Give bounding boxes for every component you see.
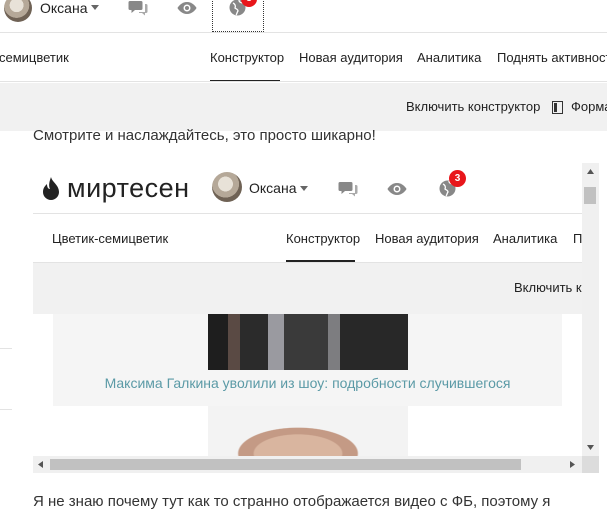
mirtesen-logo-icon (43, 177, 59, 200)
enable-constructor-button[interactable]: Включить конструктор (406, 99, 540, 114)
top-bar: Оксана 3 (0, 0, 607, 32)
constructor-toolbar: Включить конструктор Формат (0, 83, 607, 131)
scrollbar-thumb[interactable] (50, 459, 521, 470)
tab-constructor[interactable]: Конструктор (286, 231, 360, 246)
chat-icon[interactable] (128, 0, 148, 16)
divider (0, 32, 607, 33)
scroll-left-icon[interactable] (38, 461, 43, 468)
tab-raise-activity[interactable]: Поднять активность (497, 50, 607, 65)
divider (0, 409, 12, 410)
format-button[interactable]: Формат (571, 99, 607, 114)
eye-icon[interactable] (177, 1, 197, 15)
community-name[interactable]: семицветик (0, 50, 69, 65)
article-image (208, 406, 408, 456)
article-card[interactable]: Максима Галкина уволили из шоу: подробно… (53, 314, 562, 406)
tab-analytics[interactable]: Аналитика (493, 231, 557, 246)
eye-icon[interactable] (387, 182, 407, 196)
chat-icon[interactable] (338, 181, 358, 197)
tab-new-audience[interactable]: Новая аудитория (299, 50, 403, 65)
article-image (208, 314, 408, 370)
site-logo[interactable]: миртесен (67, 173, 190, 204)
scroll-down-icon[interactable] (587, 445, 594, 450)
divider (0, 81, 607, 82)
article-title-link[interactable]: Максима Галкина уволили из шоу: подробно… (53, 375, 562, 391)
constructor-toolbar: Включить ко (33, 263, 589, 314)
embedded-preview-frame[interactable]: миртесен Оксана 3 Цветик-семицветик Конс… (33, 163, 599, 473)
avatar[interactable] (4, 0, 32, 22)
chevron-down-icon[interactable] (300, 186, 308, 191)
post-text-line: Я не знаю почему тут как то странно отоб… (33, 493, 551, 510)
format-icon (552, 101, 563, 114)
tab-constructor[interactable]: Конструктор (210, 50, 284, 65)
scroll-right-icon[interactable] (570, 461, 575, 468)
scrollbar-thumb[interactable] (584, 187, 596, 204)
notification-badge: 3 (449, 170, 466, 187)
scroll-up-icon[interactable] (587, 169, 594, 174)
divider (0, 348, 12, 349)
tab-more[interactable]: П (573, 231, 582, 246)
horizontal-scrollbar[interactable] (33, 456, 582, 473)
enable-constructor-button[interactable]: Включить ко (514, 280, 589, 295)
username[interactable]: Оксана (40, 0, 87, 16)
community-name[interactable]: Цветик-семицветик (52, 231, 168, 246)
scrollbar-corner (582, 456, 599, 473)
tab-new-audience[interactable]: Новая аудитория (375, 231, 479, 246)
vertical-scrollbar[interactable] (582, 163, 599, 456)
post-text-line: Смотрите и наслаждайтесь, это просто шик… (33, 127, 376, 144)
divider (33, 213, 582, 214)
username[interactable]: Оксана (249, 180, 296, 196)
chevron-down-icon[interactable] (91, 5, 99, 10)
community-nav: семицветик Конструктор Новая аудитория А… (0, 32, 607, 82)
tab-analytics[interactable]: Аналитика (417, 50, 481, 65)
avatar[interactable] (212, 172, 242, 202)
